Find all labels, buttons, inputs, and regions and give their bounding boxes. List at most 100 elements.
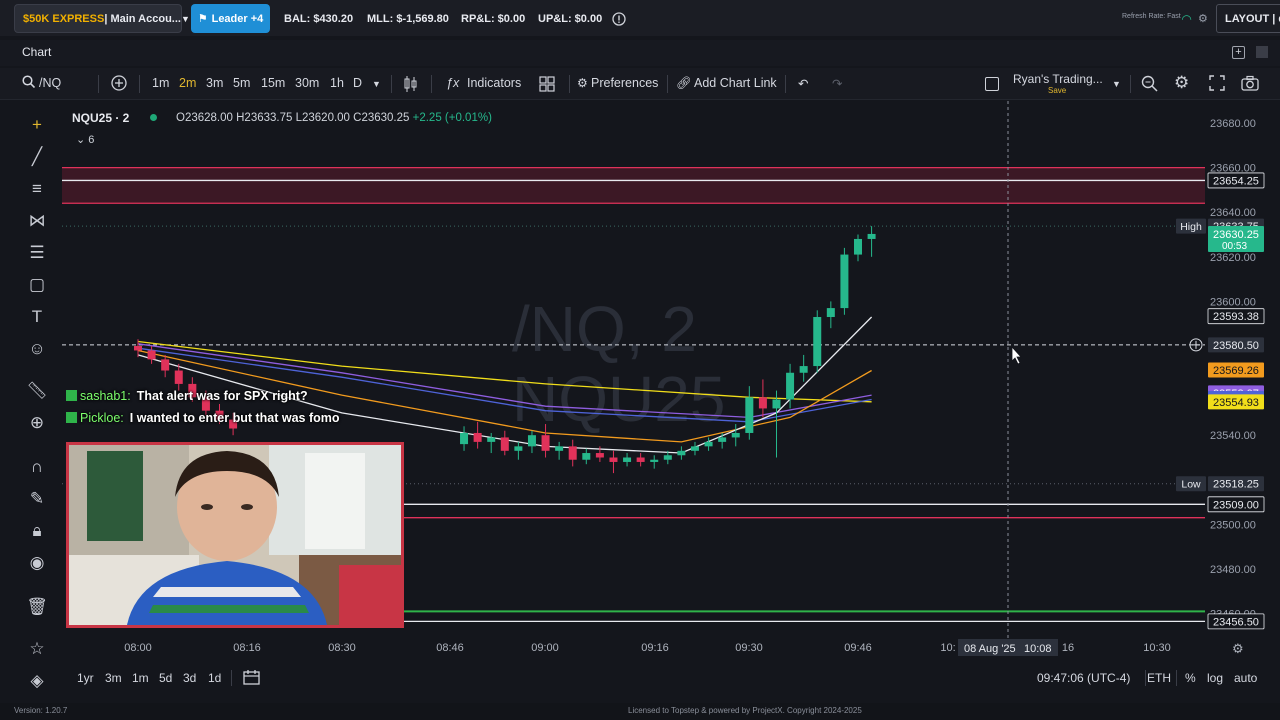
candle[interactable] — [568, 439, 577, 467]
auto-scale-toggle[interactable]: auto — [1234, 671, 1257, 685]
fullscreen-icon[interactable] — [1209, 75, 1225, 95]
candle[interactable] — [731, 424, 740, 447]
candle[interactable] — [473, 421, 482, 449]
candle[interactable] — [514, 441, 523, 460]
compare-symbol-icon[interactable] — [111, 75, 127, 95]
candle[interactable] — [799, 354, 808, 382]
market-status-dot — [150, 114, 157, 121]
zoom-search-icon[interactable] — [1141, 75, 1158, 96]
interval-5m[interactable]: 5m — [233, 76, 250, 90]
settings-gear-icon[interactable]: ⚙ — [1174, 73, 1189, 93]
fib-tool-icon[interactable]: ☰ — [26, 243, 48, 263]
range-3d[interactable]: 3d — [183, 671, 196, 685]
candle[interactable] — [704, 437, 713, 451]
chart-symbol[interactable]: NQU25 · 2 — [72, 111, 129, 125]
preferences-gear-icon: ⚙ — [577, 76, 588, 90]
range-1d[interactable]: 1d — [208, 671, 221, 685]
price-tick-label: 23600.00 — [1210, 296, 1256, 308]
range-1yr[interactable]: 1yr — [77, 671, 94, 685]
symbol-search-input[interactable]: /NQ — [39, 76, 61, 90]
settings-icon[interactable]: ⚙ — [1198, 4, 1208, 33]
info-icon[interactable] — [612, 4, 626, 33]
candle[interactable] — [840, 247, 849, 315]
trend-line-icon[interactable]: ╱ — [26, 147, 48, 167]
rectangle-tool-icon[interactable]: ▢ — [26, 275, 48, 295]
candle[interactable] — [677, 446, 686, 460]
redo-icon[interactable]: ↷ — [832, 76, 842, 91]
template-chevron-down-icon[interactable]: ▼ — [1112, 79, 1121, 89]
pattern-tool-icon[interactable]: ⋈ — [26, 211, 48, 231]
session-clock[interactable]: 09:47:06 (UTC-4) — [1037, 671, 1130, 685]
candle[interactable] — [867, 226, 876, 257]
candle[interactable] — [826, 301, 835, 329]
template-save-link[interactable]: Save — [1048, 86, 1066, 95]
horizontal-lines-icon[interactable]: ≡ — [26, 179, 48, 199]
candle-type-icon[interactable] — [403, 75, 419, 97]
price-tick-label: 23640.00 — [1210, 207, 1256, 219]
interval-3m[interactable]: 3m — [206, 76, 223, 90]
candle[interactable] — [745, 386, 754, 440]
candle[interactable] — [582, 448, 591, 465]
interval-1h[interactable]: 1h — [330, 76, 344, 90]
session-eth-toggle[interactable]: ETH — [1144, 671, 1174, 685]
date-range-calendar-icon[interactable] — [243, 669, 260, 688]
interval-1m[interactable]: 1m — [152, 76, 169, 90]
interval-chevron-down-icon[interactable]: ▼ — [372, 79, 381, 89]
trash-icon[interactable]: 🗑︎ — [26, 597, 48, 617]
percent-scale-toggle[interactable]: % — [1185, 671, 1196, 685]
lock-icon[interactable]: 🔒︎ — [26, 521, 48, 541]
candle[interactable] — [623, 453, 632, 467]
interval-15m[interactable]: 15m — [261, 76, 285, 90]
zoom-in-icon[interactable]: ⊕ — [26, 413, 48, 433]
camera-icon[interactable] — [1241, 75, 1259, 95]
ohlc-open: 23628.00 — [184, 112, 233, 124]
text-tool-icon[interactable]: T — [26, 307, 48, 327]
indicators-button[interactable]: Indicators — [467, 76, 521, 90]
chart-canvas[interactable]: /NQ, 2 NQU25 23680.00 23660.00 23640.00 236… — [62, 101, 1280, 661]
axis-settings-icon[interactable]: ⚙ — [1232, 642, 1244, 657]
candle[interactable] — [772, 390, 781, 458]
log-scale-toggle[interactable]: log — [1207, 671, 1223, 685]
candle[interactable] — [854, 234, 862, 262]
interval-30m[interactable]: 30m — [295, 76, 319, 90]
panel-menu-icon[interactable] — [1256, 46, 1268, 58]
candle[interactable] — [813, 310, 822, 373]
leader-button[interactable]: ⚑ Leader +4 — [191, 4, 270, 33]
candle[interactable] — [690, 441, 699, 456]
emoji-tool-icon[interactable]: ☺ — [26, 339, 48, 359]
add-panel-icon[interactable]: + — [1232, 46, 1245, 59]
candle[interactable] — [609, 450, 618, 474]
price-tag-text: 23654.25 — [1213, 175, 1259, 187]
crosshair-icon[interactable]: + — [26, 115, 48, 135]
template-checkbox[interactable] — [985, 77, 999, 91]
interval-2m[interactable]: 2m — [179, 76, 196, 90]
candle[interactable] — [758, 379, 767, 418]
candle[interactable] — [487, 432, 496, 454]
candle[interactable] — [500, 430, 509, 456]
account-selector[interactable]: $50K EXPRESS | Main Accou... ▼ — [14, 4, 190, 33]
magnet-icon[interactable]: ∩ — [26, 457, 48, 477]
candle[interactable] — [636, 453, 645, 467]
candle[interactable] — [555, 441, 564, 460]
layout-grid-icon[interactable] — [539, 76, 555, 96]
range-5d[interactable]: 5d — [159, 671, 172, 685]
add-chart-link-button[interactable]: Add Chart Link — [694, 76, 777, 90]
candle[interactable] — [147, 346, 156, 364]
candle[interactable] — [460, 426, 469, 451]
candle[interactable] — [161, 354, 170, 378]
preferences-button[interactable]: Preferences — [591, 76, 658, 90]
favorite-star-icon[interactable]: ☆ — [26, 639, 48, 659]
template-name[interactable]: Ryan's Trading... — [1013, 72, 1103, 86]
layout-button[interactable]: LAYOUT | de — [1216, 4, 1280, 33]
drawing-mode-icon[interactable]: ✎ — [26, 489, 48, 509]
ruler-icon[interactable]: 📏︎ — [26, 381, 48, 401]
undo-icon[interactable]: ↶ — [798, 76, 808, 91]
eye-icon[interactable]: ◉ — [26, 553, 48, 573]
price-tag-text: 23569.26 — [1213, 365, 1259, 377]
candle[interactable] — [650, 455, 659, 469]
indicator-list-toggle[interactable]: ⌄ 6 — [76, 133, 94, 146]
range-3m[interactable]: 3m — [105, 671, 122, 685]
range-1m[interactable]: 1m — [132, 671, 149, 685]
interval-daily[interactable]: D — [353, 76, 362, 90]
layers-icon[interactable]: ◈ — [26, 671, 48, 691]
